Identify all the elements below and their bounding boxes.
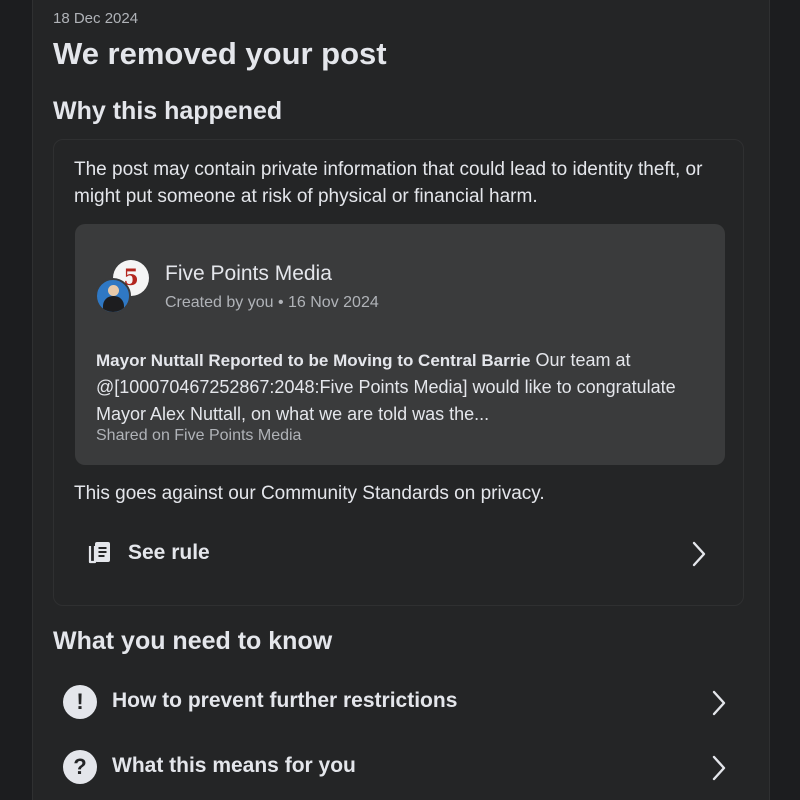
see-rule-button[interactable]: See rule (74, 524, 724, 584)
user-avatar-head (108, 285, 119, 296)
reason-text: The post may contain private information… (74, 159, 703, 207)
user-avatar (95, 278, 131, 314)
know-heading: What you need to know (53, 627, 333, 655)
page: 18 Dec 2024 We removed your post Why thi… (0, 0, 800, 800)
page-title: We removed your post (53, 36, 387, 71)
post-page-name: Five Points Media (165, 262, 332, 285)
notice-date: 18 Dec 2024 (53, 10, 139, 27)
rulebook-icon (88, 542, 110, 564)
standards-text: This goes against our Community Standard… (74, 483, 545, 504)
prevent-restrictions-item[interactable]: ! How to prevent further restrictions (53, 673, 743, 731)
chevron-right-icon (712, 690, 726, 716)
chevron-right-icon (692, 541, 706, 567)
exclamation-icon: ! (63, 685, 97, 719)
reason-card: The post may contain private information… (53, 139, 744, 606)
what-this-means-item[interactable]: ? What this means for you (53, 738, 743, 796)
user-avatar-body (103, 296, 124, 312)
post-meta: Created by you • 16 Nov 2024 (165, 294, 379, 311)
avatar: 5 (95, 260, 149, 316)
chevron-right-icon (712, 755, 726, 781)
see-rule-label: See rule (128, 541, 210, 564)
post-shared-on: Shared on Five Points Media (96, 427, 302, 444)
question-icon: ? (63, 750, 97, 784)
why-heading: Why this happened (53, 97, 283, 125)
prevent-restrictions-label: How to prevent further restrictions (112, 689, 458, 712)
post-headline: Mayor Nuttall Reported to be Moving to C… (96, 351, 531, 370)
what-this-means-label: What this means for you (112, 754, 356, 777)
post-body: Mayor Nuttall Reported to be Moving to C… (96, 347, 706, 428)
post-preview[interactable]: 5 Five Points Media Created by you • 16 … (75, 224, 725, 465)
